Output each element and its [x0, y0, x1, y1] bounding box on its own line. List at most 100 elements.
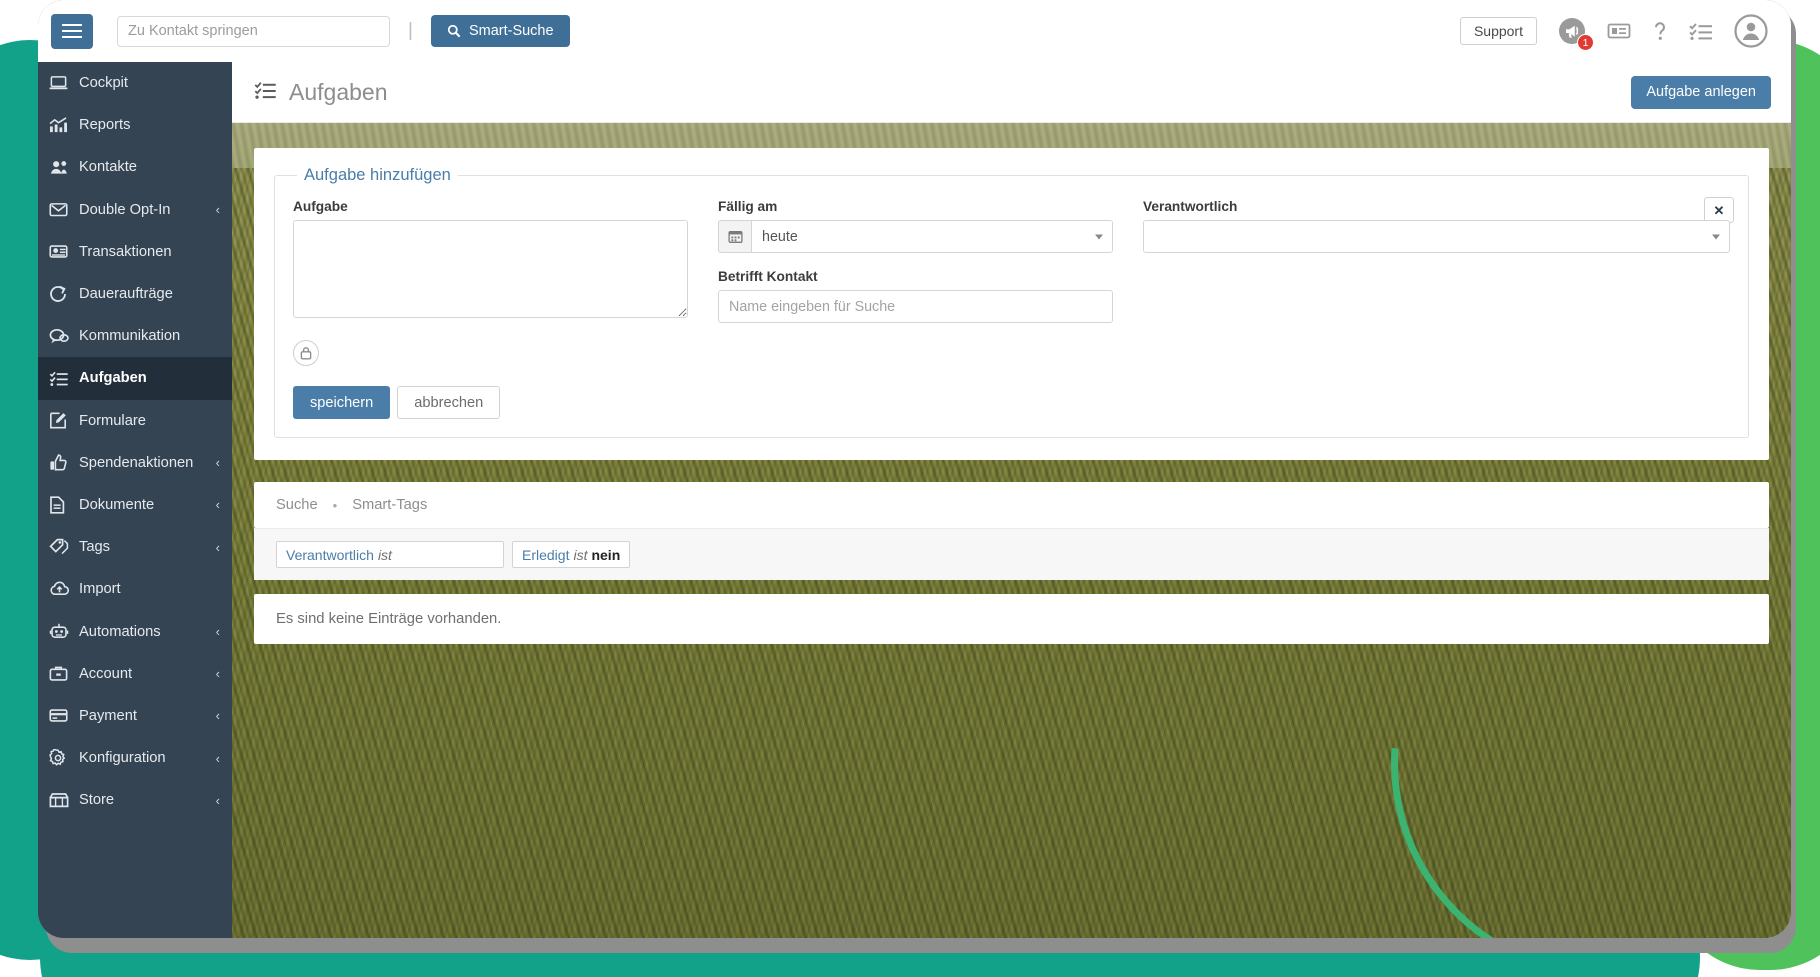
document-icon	[49, 496, 79, 514]
sidebar-item-kommunikation[interactable]: Kommunikation	[38, 315, 232, 357]
sidebar-item-label: Tags	[79, 539, 111, 556]
sidebar[interactable]: Cockpit Reports Kontakte Double Opt-In ‹…	[38, 62, 232, 938]
sidebar-item-formulare[interactable]: Formulare	[38, 400, 232, 442]
form-column-responsible: Verantwortlich	[1143, 199, 1730, 419]
add-task-panel-area: Aufgabe hinzufügen ✕ Aufgabe speichern a…	[232, 123, 1791, 460]
jump-to-contact-input[interactable]	[117, 15, 390, 47]
responsible-select[interactable]	[1143, 220, 1730, 253]
filter-key: Verantwortlich	[286, 546, 374, 563]
list-tabs: Suche • Smart-Tags	[276, 497, 1747, 513]
sidebar-item-label: Transaktionen	[79, 243, 172, 260]
tab-separator: •	[332, 497, 338, 513]
sidebar-item-double-opt-in[interactable]: Double Opt-In ‹	[38, 189, 232, 231]
megaphone-icon[interactable]: 1	[1557, 16, 1594, 51]
page-header: Aufgaben Aufgabe anlegen	[232, 62, 1791, 123]
chat-bubbles-icon	[49, 328, 79, 345]
support-button[interactable]: Support	[1459, 17, 1537, 45]
chevron-left-icon: ‹	[215, 708, 220, 724]
sidebar-item-automations[interactable]: Automations ‹	[38, 610, 232, 652]
laptop-icon	[49, 75, 79, 91]
app-window: | Smart-Suche Support 1	[38, 0, 1791, 938]
sidebar-item-dokumente[interactable]: Dokumente ‹	[38, 484, 232, 526]
sidebar-item-konfiguration[interactable]: Konfiguration ‹	[38, 737, 232, 779]
sidebar-item-import[interactable]: Import	[38, 568, 232, 610]
question-mark-icon[interactable]	[1651, 20, 1669, 42]
sidebar-item-cockpit[interactable]: Cockpit	[38, 62, 232, 104]
due-date-value: heute	[762, 228, 798, 245]
hamburger-icon[interactable]	[51, 13, 93, 49]
sidebar-item-kontakte[interactable]: Kontakte	[38, 146, 232, 188]
filter-key: Erledigt	[522, 546, 570, 563]
add-task-fieldset: Aufgabe hinzufügen ✕ Aufgabe speichern a…	[274, 166, 1749, 438]
sidebar-item-label: Cockpit	[79, 75, 128, 92]
task-textarea[interactable]	[293, 220, 688, 318]
sidebar-item-payment[interactable]: Payment ‹	[38, 695, 232, 737]
filter-bar: Verantwortlich ist Erledigt ist nein	[254, 528, 1769, 580]
thumbs-up-icon	[49, 453, 79, 472]
sidebar-item-aufgaben[interactable]: Aufgaben	[38, 357, 232, 400]
due-date-select[interactable]: heute	[751, 220, 1113, 253]
news-card-icon[interactable]	[1607, 21, 1631, 41]
calendar-icon[interactable]	[718, 220, 751, 253]
gear-icon	[49, 749, 79, 767]
filter-operator: ist	[377, 546, 392, 563]
user-avatar-icon[interactable]	[1733, 13, 1769, 49]
create-task-button[interactable]: Aufgabe anlegen	[1631, 75, 1771, 109]
search-icon	[447, 24, 461, 38]
form-column-task: Aufgabe speichern abbrechen	[293, 199, 688, 419]
sidebar-item-label: Automations	[79, 623, 161, 640]
contact-label: Betrifft Kontakt	[718, 269, 818, 284]
sidebar-item-tags[interactable]: Tags ‹	[38, 526, 232, 568]
filter-pill-verantwortlich[interactable]: Verantwortlich ist	[276, 541, 504, 568]
save-button[interactable]: speichern	[293, 386, 391, 419]
contact-search-input[interactable]	[718, 290, 1113, 323]
form-edit-icon	[49, 412, 79, 429]
sidebar-item-label: Dokumente	[79, 496, 155, 513]
filter-operator: ist	[573, 546, 588, 563]
due-date-label: Fällig am	[718, 199, 778, 214]
chevron-down-icon	[1712, 234, 1720, 239]
filter-pill-erledigt[interactable]: Erledigt ist nein	[512, 541, 631, 568]
sidebar-item-label: Spendenaktionen	[79, 454, 194, 471]
sidebar-item-dauerauftraege[interactable]: Daueraufträge	[38, 273, 232, 315]
sidebar-item-label: Store	[79, 792, 115, 809]
screen: | Smart-Suche Support 1	[0, 0, 1820, 977]
list-tabs-card: Suche • Smart-Tags	[254, 482, 1769, 528]
sidebar-item-spendenaktionen[interactable]: Spendenaktionen ‹	[38, 442, 232, 484]
chevron-left-icon: ‹	[215, 497, 220, 513]
sidebar-item-store[interactable]: Store ‹	[38, 779, 232, 821]
sidebar-item-reports[interactable]: Reports	[38, 104, 232, 146]
due-date-group: heute	[718, 220, 1113, 253]
top-bar-actions: Support 1	[1459, 13, 1769, 51]
chevron-left-icon: ‹	[215, 624, 220, 640]
sidebar-item-label: Payment	[79, 707, 137, 724]
lock-icon[interactable]	[293, 340, 319, 366]
tag-icon	[49, 538, 79, 556]
page-title-text: Aufgaben	[289, 78, 388, 105]
sidebar-item-label: Daueraufträge	[79, 286, 173, 303]
filter-value: nein	[591, 546, 621, 563]
chevron-left-icon: ‹	[215, 792, 220, 808]
sidebar-item-transaktionen[interactable]: Transaktionen	[38, 231, 232, 273]
add-task-card: Aufgabe hinzufügen ✕ Aufgabe speichern a…	[254, 148, 1769, 460]
sidebar-item-label: Formulare	[79, 412, 146, 429]
tab-suche[interactable]: Suche	[276, 497, 318, 513]
smart-search-button[interactable]: Smart-Suche	[430, 15, 570, 47]
sidebar-item-label: Kontakte	[79, 159, 137, 176]
sidebar-item-account[interactable]: Account ‹	[38, 653, 232, 695]
sidebar-item-label: Import	[79, 581, 121, 598]
task-label: Aufgabe	[293, 199, 348, 214]
cancel-button[interactable]: abbrechen	[397, 386, 501, 419]
chevron-left-icon: ‹	[215, 539, 220, 555]
sidebar-item-label: Kommunikation	[79, 328, 181, 345]
sidebar-item-label: Aufgaben	[79, 370, 147, 387]
task-list-icon	[254, 79, 277, 106]
sidebar-item-label: Double Opt-In	[79, 201, 171, 218]
form-actions: speichern abbrechen	[293, 386, 688, 419]
cloud-upload-icon	[49, 581, 79, 597]
task-list-icon[interactable]	[1689, 21, 1713, 41]
credit-card-icon	[49, 708, 79, 723]
add-task-legend: Aufgabe hinzufügen	[304, 166, 451, 184]
tab-smart-tags[interactable]: Smart-Tags	[352, 497, 427, 513]
notification-badge: 1	[1577, 34, 1594, 51]
